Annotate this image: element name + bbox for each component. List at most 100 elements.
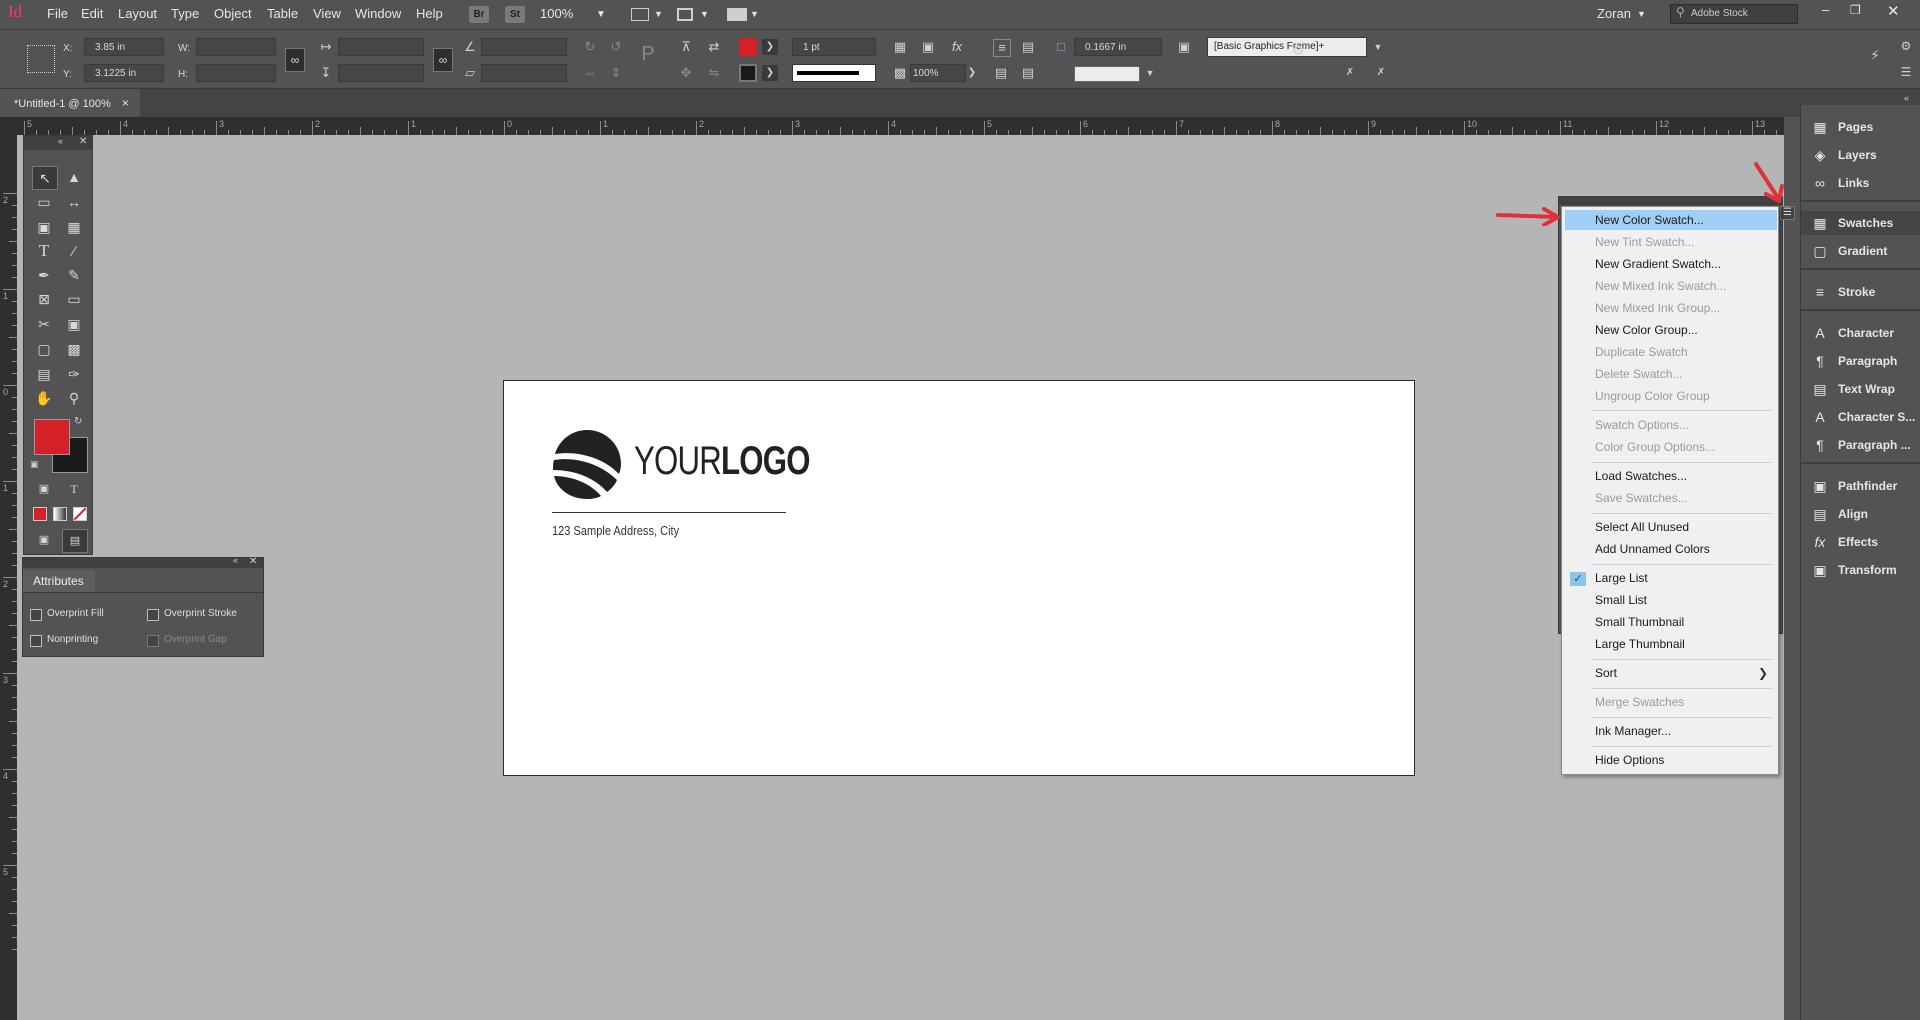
minimize-window-icon[interactable]: – [1822,2,1829,17]
close-tab-icon[interactable]: × [122,96,129,110]
user-dropdown-icon[interactable]: ▼ [1637,9,1646,19]
width-field[interactable] [196,38,276,56]
text-wrap-none-icon[interactable]: ≡ [993,39,1011,57]
object-style-dropdown-icon[interactable]: ▼ [1370,39,1386,55]
nonprinting-checkbox[interactable] [30,635,42,647]
menu-item-hide-options[interactable]: Hide Options [1562,750,1778,770]
eyedropper-tool-icon[interactable]: ✑ [62,363,86,385]
align-center-icon[interactable]: ▤ [1020,65,1036,81]
screen-mode-icon[interactable] [677,8,693,21]
pencil-tool-icon[interactable]: ✎ [62,264,86,286]
fx-icon[interactable]: fx [949,39,965,55]
line-tool-icon[interactable]: ∕ [62,240,86,262]
constrain-proportions-icon[interactable]: ∞ [285,48,305,72]
user-name[interactable]: Zoran [1597,6,1631,21]
content-collector-tool-icon[interactable]: ▣ [32,216,56,238]
formatting-affects-container-icon[interactable]: ▣ [32,478,56,500]
rotate-ccw-icon[interactable]: ↺ [608,39,624,55]
corner-style-field[interactable] [1074,66,1140,82]
adobe-stock-search-input[interactable]: Adobe Stock [1670,4,1798,24]
menu-item-new-color-swatch[interactable]: New Color Swatch... [1565,210,1777,230]
collapse-attributes-icon[interactable]: « [233,555,238,565]
dock-item-align[interactable]: ▤ Align [1801,502,1920,526]
zoom-dropdown-icon[interactable]: ▼ [596,9,606,20]
fill-color-swatch-front[interactable] [34,419,70,455]
close-attributes-icon[interactable]: ✕ [249,556,257,567]
document-page[interactable]: YOURLOGO 123 Sample Address, City [503,380,1415,776]
dock-item-layers[interactable]: ◈ Layers [1801,143,1920,167]
close-window-icon[interactable]: ✕ [1887,2,1900,20]
zoom-level[interactable]: 100% [540,6,573,21]
rotation-angle-field[interactable] [481,38,567,56]
scissors-tool-icon[interactable]: ✂ [32,313,56,335]
shear-angle-field[interactable] [481,64,567,82]
note-tool-icon[interactable]: ▤ [32,363,56,385]
swap-fill-stroke-icon[interactable]: ↻ [74,416,82,427]
select-content-icon[interactable]: ✥ [678,65,694,81]
rectangle-tool-icon[interactable]: ▭ [62,288,86,310]
restore-window-icon[interactable]: ❐ [1850,3,1861,17]
apply-gradient-icon[interactable] [53,507,67,521]
overprint-stroke-checkbox[interactable] [147,609,159,621]
menu-item-large-list[interactable]: ✓ Large List [1562,568,1778,588]
gap-tool-icon[interactable]: ↔ [62,191,86,213]
panel-menu-icon[interactable]: ☰ [1898,64,1914,80]
menu-item-new-color-group[interactable]: New Color Group... [1562,320,1778,340]
opacity-dropdown-icon[interactable]: ❯ [964,65,980,81]
control-settings-icon[interactable]: ⚙ [1290,42,1306,58]
menu-item-add-unnamed-colors[interactable]: Add Unnamed Colors [1562,539,1778,559]
dock-item-gradient[interactable]: ▢ Gradient [1801,239,1920,263]
rectangle-frame-tool-icon[interactable]: ⊠ [32,288,56,310]
hand-tool-icon[interactable]: ✋ [32,387,56,409]
menu-window[interactable]: Window [355,6,401,21]
constrain-scale-icon[interactable]: ∞ [433,48,453,72]
apply-none-icon[interactable] [73,507,87,521]
dock-item-paragraph[interactable]: ¶ Paragraph [1801,349,1920,373]
direct-selection-tool-icon[interactable]: ▲ [62,166,86,188]
inset-field[interactable]: 0.1667 in [1074,38,1162,56]
attributes-panel-header[interactable]: « ✕ [23,555,263,568]
zoom-tool-icon[interactable]: ⚲ [62,387,86,409]
overprint-fill-checkbox[interactable] [30,609,42,621]
collapse-dock-icon[interactable]: « [1904,93,1909,103]
collapse-tools-icon[interactable]: « [58,136,63,146]
scale-y-field[interactable] [338,64,424,82]
scale-x-field[interactable] [338,38,424,56]
menu-item-small-thumbnail[interactable]: Small Thumbnail [1562,612,1778,632]
default-fill-stroke-icon[interactable]: ▣ [30,459,39,470]
dock-item-pages[interactable]: ▦ Pages [1801,115,1920,139]
fill-swatch[interactable] [739,38,757,56]
menu-item-small-list[interactable]: Small List [1562,590,1778,610]
menu-item-select-all-unused[interactable]: Select All Unused [1562,517,1778,537]
gradient-feather-tool-icon[interactable]: ▩ [62,338,86,360]
dock-item-stroke[interactable]: ≡ Stroke [1801,280,1920,304]
fit-frame-icon[interactable]: ▦ [892,39,908,55]
stroke-type-dropdown[interactable] [792,64,876,82]
free-transform-tool-icon[interactable]: ▣ [62,313,86,335]
arrange-documents-icon[interactable] [727,8,747,21]
lightning-icon[interactable]: ⚡ [1867,47,1883,63]
object-style-dropdown[interactable]: [Basic Graphics Frame]+ [1207,37,1367,57]
screen-mode-dropdown-icon[interactable]: ▼ [700,9,709,19]
dock-item-character[interactable]: A Character [1801,321,1920,345]
path-type-icon[interactable]: P [640,44,656,64]
apply-color-icon[interactable] [33,507,47,521]
select-next-icon[interactable]: ⇋ [706,65,722,81]
fill-dropdown-icon[interactable]: ❯ [762,39,778,55]
menu-item-sort[interactable]: Sort ❯ [1562,663,1778,683]
pen-tool-icon[interactable]: ✒ [32,264,56,286]
normal-view-icon[interactable]: ▣ [32,529,56,551]
swatches-panel-menu-icon[interactable]: ☰ [1780,206,1795,220]
menu-table[interactable]: Table [267,6,298,21]
text-wrap-bbox-icon[interactable]: ▤ [1020,39,1036,55]
menu-item-ink-manager[interactable]: Ink Manager... [1562,721,1778,741]
flip-vertical-icon[interactable]: ⇕ [608,65,624,81]
menu-item-load-swatches[interactable]: Load Swatches... [1562,466,1778,486]
bridge-button[interactable]: Br [469,6,489,23]
view-options-icon[interactable] [631,8,649,21]
stroke-weight-field[interactable]: 1 pt [792,38,876,56]
dock-item-links[interactable]: ∞ Links [1801,171,1920,195]
object-style-options-icon[interactable]: ✗ [1373,65,1389,81]
rotate-cw-icon[interactable]: ↻ [582,39,598,55]
menu-view[interactable]: View [313,6,341,21]
